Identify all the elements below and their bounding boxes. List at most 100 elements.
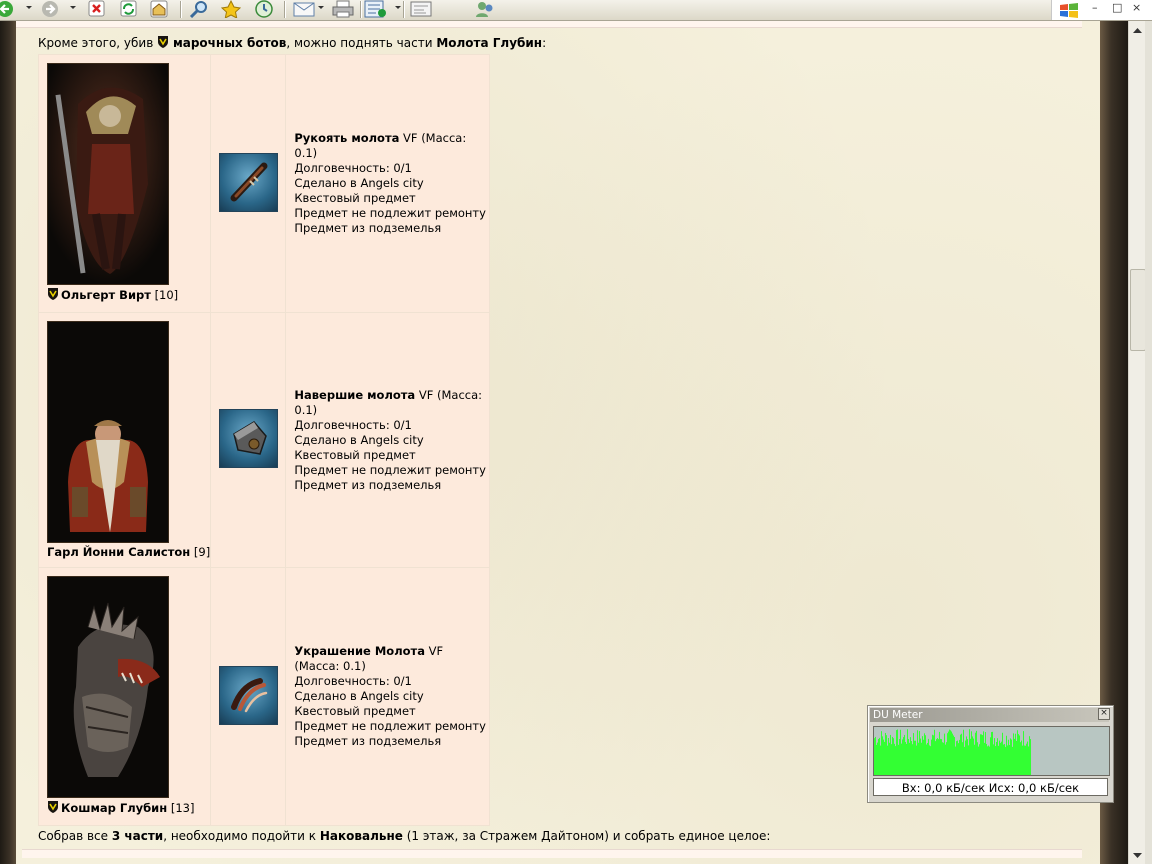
traffic-bar [1001, 741, 1002, 775]
hammer-handle-icon[interactable] [218, 152, 278, 212]
traffic-bar [918, 742, 919, 775]
close-window-button[interactable]: × [1132, 1, 1141, 14]
traffic-bar [1024, 745, 1025, 775]
traffic-bar [938, 739, 939, 775]
item-name[interactable]: Навершие молота [294, 388, 415, 402]
item-name[interactable]: Украшение Молота [294, 644, 425, 658]
maximize-button[interactable]: □ [1112, 1, 1122, 14]
contacts-button[interactable] [472, 0, 498, 18]
vertical-scrollbar[interactable] [1128, 21, 1146, 864]
traffic-bar [941, 739, 942, 775]
traffic-bar [897, 729, 898, 775]
traffic-bar [921, 742, 922, 775]
item-repair-flag: Предмет не подлежит ремонту [294, 462, 486, 477]
stop-button[interactable] [84, 0, 108, 18]
history-button[interactable] [250, 0, 276, 18]
traffic-bar [1004, 744, 1005, 775]
traffic-bar [1020, 742, 1021, 775]
traffic-bar [891, 744, 892, 775]
traffic-bar [899, 739, 900, 775]
intro-text-part: Кроме этого, убив [38, 36, 158, 50]
item-origin: Сделано в Angels city [294, 689, 424, 703]
traffic-bar [898, 744, 899, 775]
traffic-bar [949, 729, 950, 775]
traffic-bar [928, 738, 929, 775]
traffic-bar [879, 737, 880, 775]
minimize-button[interactable]: – [1092, 1, 1098, 14]
mail-dropdown[interactable] [318, 6, 324, 9]
messenger-dropdown[interactable] [395, 6, 401, 9]
traffic-bar [956, 741, 957, 775]
item-durability: Долговечность: 0/1 [294, 161, 412, 175]
traffic-bar [904, 734, 905, 775]
boss-level: [13] [170, 801, 195, 815]
back-dropdown[interactable] [26, 6, 32, 9]
traffic-bar [996, 741, 997, 775]
traffic-bar [959, 739, 960, 775]
print-button[interactable] [330, 0, 356, 18]
scroll-thumb[interactable] [1130, 269, 1146, 351]
hammer-ornament-icon[interactable] [218, 665, 278, 725]
refresh-button[interactable] [116, 0, 140, 18]
boss-name: Кошмар Глубин [13] [47, 800, 210, 818]
traffic-bar [874, 738, 875, 775]
traffic-bar [885, 732, 886, 775]
content-bottom-edge [22, 849, 1082, 858]
arrow-left-icon [0, 1, 13, 17]
mail-button[interactable] [290, 0, 318, 18]
traffic-bar [947, 733, 948, 775]
messenger-button[interactable] [362, 0, 390, 18]
traffic-bar [999, 740, 1000, 775]
outro-text: Собрав все 3 части, необходимо подойти к… [38, 829, 1088, 843]
traffic-bar [993, 744, 994, 775]
traffic-bar [886, 735, 887, 775]
item-origin: Сделано в Angels city [294, 432, 424, 447]
traffic-bar [955, 746, 956, 775]
scroll-down-button[interactable] [1129, 847, 1146, 864]
traffic-bar [905, 741, 906, 775]
traffic-bar [908, 738, 909, 775]
traffic-bar [977, 742, 978, 775]
scroll-up-button[interactable] [1129, 21, 1146, 38]
boss-cell: Кошмар Глубин [13] [37, 567, 212, 826]
traffic-bar [1017, 730, 1018, 775]
traffic-bar [978, 746, 979, 775]
intro-bold-hammer: Молота Глубин [436, 36, 543, 50]
traffic-bar [958, 743, 959, 775]
du-meter-close-button[interactable]: × [1098, 708, 1110, 720]
item-dungeon-flag: Предмет из подземелья [294, 734, 442, 748]
intro-text-part: : [542, 36, 547, 50]
edit-button[interactable] [408, 0, 434, 18]
traffic-bar [944, 733, 945, 775]
traffic-bar [915, 740, 916, 775]
traffic-bar [913, 733, 914, 775]
traffic-bar [950, 730, 951, 775]
traffic-bar [884, 741, 885, 775]
hammer-head-icon[interactable] [218, 409, 278, 468]
item-quest-flag: Квестовый предмет [294, 191, 416, 205]
back-button[interactable] [0, 0, 18, 18]
search-button[interactable] [186, 0, 212, 18]
traffic-bar [882, 736, 883, 775]
home-button[interactable] [146, 0, 172, 18]
du-meter-title[interactable]: DU Meter [870, 708, 1109, 722]
traffic-bar [926, 744, 927, 775]
traffic-bar [969, 729, 970, 775]
favorites-button[interactable] [218, 0, 244, 18]
forward-dropdown[interactable] [70, 6, 76, 9]
forward-button[interactable] [38, 0, 62, 18]
boss-name-text: Кошмар Глубин [61, 801, 168, 815]
dwarf-portrait [47, 321, 169, 543]
traffic-bar [998, 745, 999, 775]
traffic-bar [916, 745, 917, 775]
item-name[interactable]: Рукоять молота [294, 131, 399, 145]
windows-logo-icon [1060, 3, 1078, 18]
traffic-bar [1012, 746, 1013, 775]
search-icon [189, 1, 207, 18]
traffic-bar [892, 736, 893, 775]
edit-icon [410, 1, 432, 17]
traffic-bar [1007, 745, 1008, 775]
intro-text-part: , можно поднять части [286, 36, 437, 50]
traffic-bar [890, 734, 891, 775]
du-meter-widget[interactable]: DU Meter × Вх: 0,0 кБ/сек Исх: 0,0 кБ/се… [867, 705, 1114, 803]
